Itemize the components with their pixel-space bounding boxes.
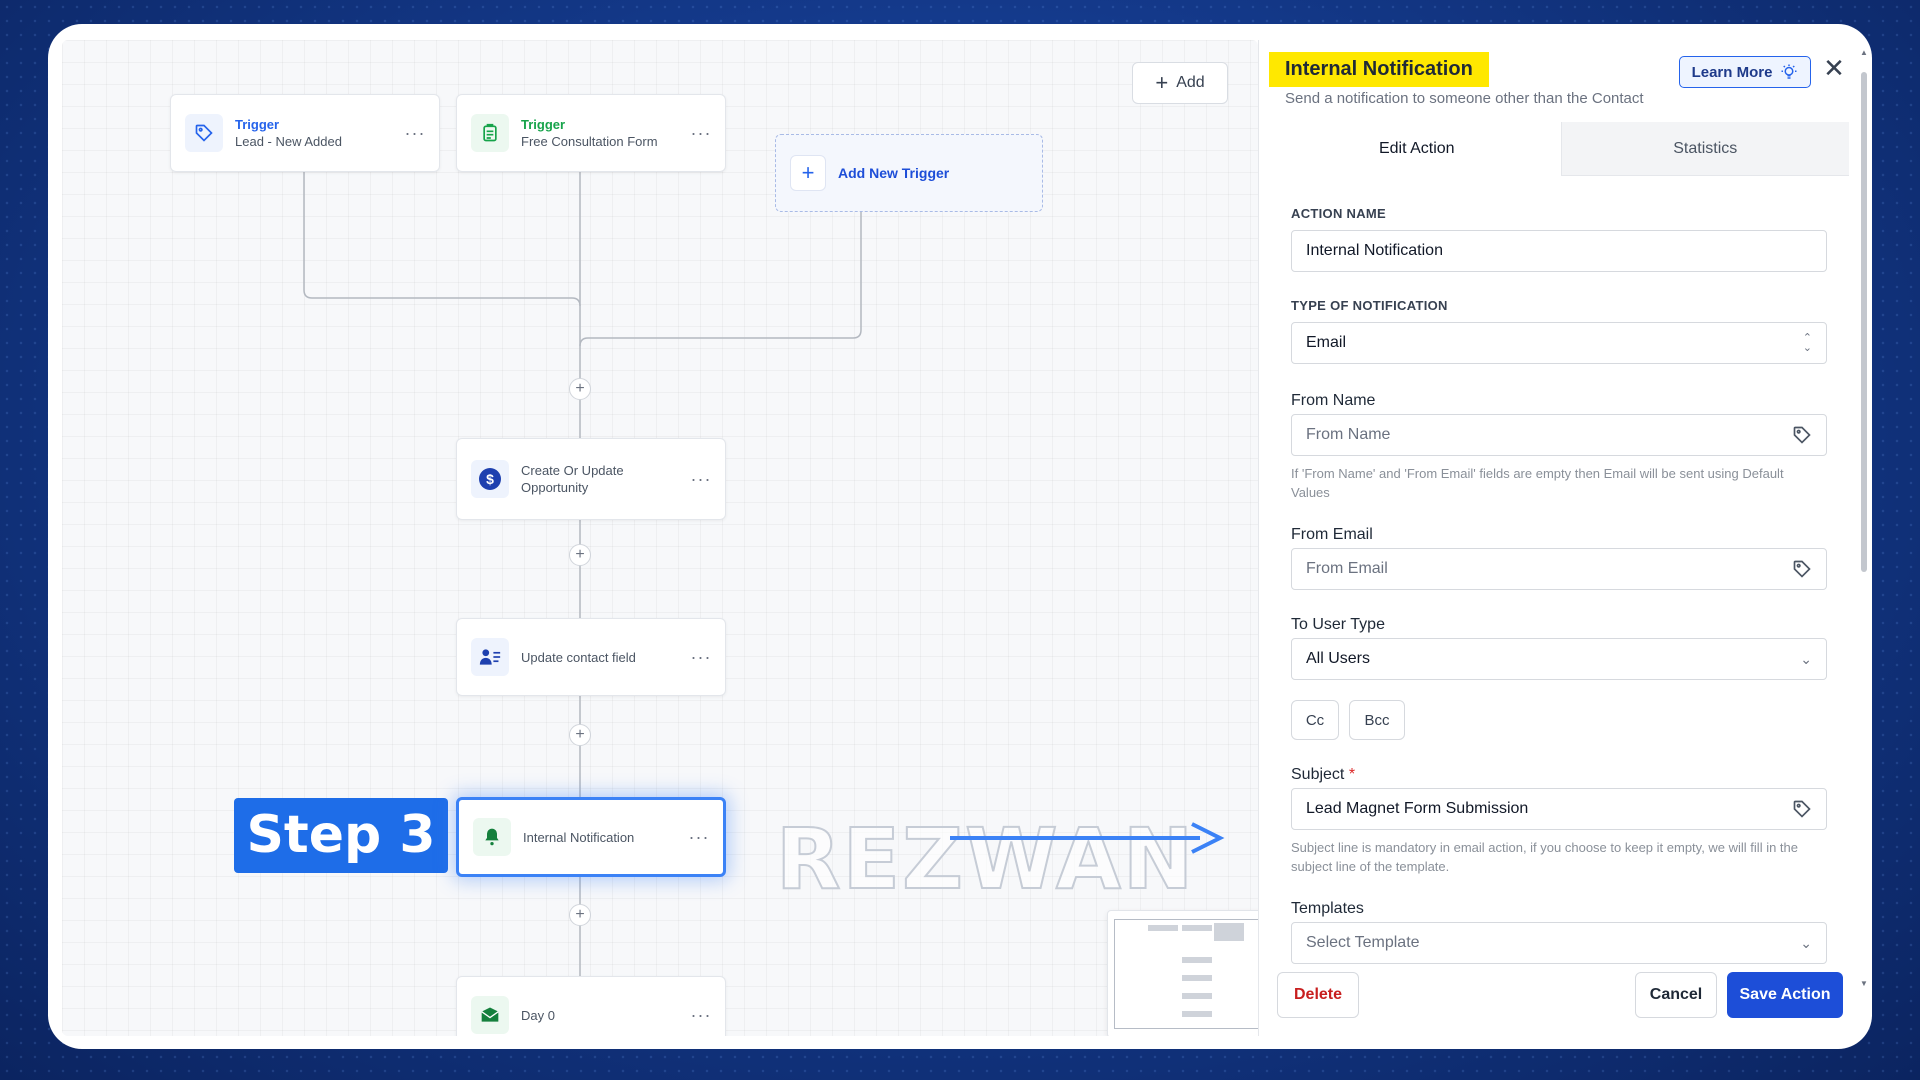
contact-icon (471, 638, 509, 676)
add-step-button[interactable]: + (569, 544, 591, 566)
add-new-trigger-button[interactable]: + Add New Trigger (775, 134, 1043, 212)
action-name-input[interactable]: Internal Notification (1291, 230, 1827, 272)
notification-type-label: TYPE OF NOTIFICATION (1291, 298, 1448, 313)
action-node-update-contact-field[interactable]: Update contact field ··· (456, 618, 726, 696)
scroll-down-icon[interactable]: ▼ (1860, 979, 1868, 988)
more-options-icon[interactable]: ··· (687, 123, 715, 144)
trigger-node-lead-new-added[interactable]: Trigger Lead - New Added ··· (170, 94, 440, 172)
add-step-button[interactable]: + (569, 724, 591, 746)
plus-icon: + (790, 155, 826, 191)
panel-title: Internal Notification (1269, 52, 1489, 87)
email-icon (471, 996, 509, 1034)
workflow-canvas[interactable]: Trigger Lead - New Added ··· Trigger Fre… (62, 40, 1258, 1036)
clipboard-icon (471, 114, 509, 152)
cc-button[interactable]: Cc (1291, 700, 1339, 740)
action-node-internal-notification[interactable]: Internal Notification ··· (456, 797, 726, 877)
subject-help-text: Subject line is mandatory in email actio… (1291, 840, 1798, 874)
from-name-input[interactable]: From Name (1291, 414, 1827, 456)
tag-icon (185, 114, 223, 152)
from-name-label: From Name (1291, 392, 1376, 409)
app-window: Trigger Lead - New Added ··· Trigger Fre… (48, 24, 1872, 1049)
required-marker: * (1348, 766, 1356, 783)
trigger-subtitle: Lead - New Added (235, 134, 342, 149)
edit-action-panel: Internal Notification Send a notificatio… (1258, 40, 1859, 1036)
save-action-button[interactable]: Save Action (1727, 972, 1843, 1018)
trigger-node-free-consultation-form[interactable]: Trigger Free Consultation Form ··· (456, 94, 726, 172)
add-step-button[interactable]: + (569, 904, 591, 926)
notification-type-select[interactable]: Email ⌃ ⌄ (1291, 322, 1827, 364)
tag-icon[interactable] (1792, 425, 1812, 445)
action-name-label: ACTION NAME (1291, 206, 1387, 221)
tag-icon[interactable] (1792, 799, 1812, 819)
add-new-trigger-label: Add New Trigger (838, 165, 950, 181)
panel-subtitle: Send a notification to someone other tha… (1285, 90, 1644, 107)
bell-icon (473, 818, 511, 856)
learn-more-label: Learn More (1691, 63, 1773, 81)
more-options-icon[interactable]: ··· (687, 647, 715, 668)
updown-chevron-icon: ⌃ ⌄ (1802, 332, 1812, 354)
step-label: Step 3 (234, 798, 448, 873)
action-node-create-update-opportunity[interactable]: $ Create Or Update Opportunity ··· (456, 438, 726, 520)
panel-scrollbar[interactable]: ▲ ▼ (1860, 48, 1868, 988)
notification-type-value: Email (1306, 334, 1347, 351)
bcc-button[interactable]: Bcc (1349, 700, 1405, 740)
arrow-icon (950, 822, 1225, 854)
subject-input[interactable]: Lead Magnet Form Submission (1291, 788, 1827, 830)
action-label: Day 0 (521, 1007, 555, 1023)
lightbulb-icon (1781, 64, 1797, 79)
learn-more-button[interactable]: Learn More (1679, 56, 1811, 88)
templates-label: Templates (1291, 900, 1364, 917)
action-node-day-0[interactable]: Day 0 ··· (456, 976, 726, 1036)
canvas-minimap[interactable] (1107, 910, 1258, 1036)
panel-tabs: Edit Action Statistics (1273, 122, 1849, 176)
scroll-up-icon[interactable]: ▲ (1860, 48, 1868, 57)
plus-icon: + (1155, 70, 1169, 95)
action-name-value: Internal Notification (1306, 242, 1443, 259)
action-label: Internal Notification (523, 829, 635, 845)
to-user-type-label: To User Type (1291, 616, 1385, 633)
more-options-icon[interactable]: ··· (401, 123, 429, 144)
scrollbar-thumb[interactable] (1861, 72, 1867, 572)
from-name-placeholder: From Name (1306, 426, 1391, 443)
subject-label: Subject * (1291, 766, 1356, 783)
tag-icon[interactable] (1792, 559, 1812, 579)
chevron-down-icon: ⌄ (1800, 934, 1812, 951)
add-button-label: Add (1176, 74, 1205, 91)
action-label: Opportunity (521, 480, 589, 495)
cancel-button[interactable]: Cancel (1635, 972, 1717, 1018)
trigger-title: Trigger (235, 117, 280, 132)
add-step-button[interactable]: + (569, 378, 591, 400)
action-label: Update contact field (521, 649, 636, 665)
from-help-text: If 'From Name' and 'From Email' fields a… (1291, 466, 1784, 500)
delete-button[interactable]: Delete (1277, 972, 1359, 1018)
to-user-type-select[interactable]: All Users ⌄ (1291, 638, 1827, 680)
close-icon[interactable]: ✕ (1821, 55, 1847, 82)
more-options-icon[interactable]: ··· (687, 1005, 715, 1026)
chevron-down-icon: ⌄ (1800, 650, 1812, 667)
panel-footer: Delete Cancel Save Action (1259, 964, 1859, 1036)
tab-edit-action[interactable]: Edit Action (1273, 122, 1562, 176)
dollar-icon: $ (471, 460, 509, 498)
templates-select[interactable]: Select Template ⌄ (1291, 922, 1827, 964)
tab-statistics[interactable]: Statistics (1561, 122, 1849, 176)
add-button[interactable]: + Add (1132, 62, 1228, 104)
templates-placeholder: Select Template (1306, 934, 1420, 951)
from-email-input[interactable]: From Email (1291, 548, 1827, 590)
more-options-icon[interactable]: ··· (685, 827, 713, 848)
action-label: Create Or Update (521, 463, 624, 478)
from-email-placeholder: From Email (1306, 560, 1388, 577)
from-email-label: From Email (1291, 526, 1373, 543)
trigger-subtitle: Free Consultation Form (521, 134, 658, 149)
to-user-type-value: All Users (1306, 650, 1371, 667)
subject-value: Lead Magnet Form Submission (1306, 800, 1529, 817)
trigger-title: Trigger (521, 117, 566, 132)
more-options-icon[interactable]: ··· (687, 469, 715, 490)
